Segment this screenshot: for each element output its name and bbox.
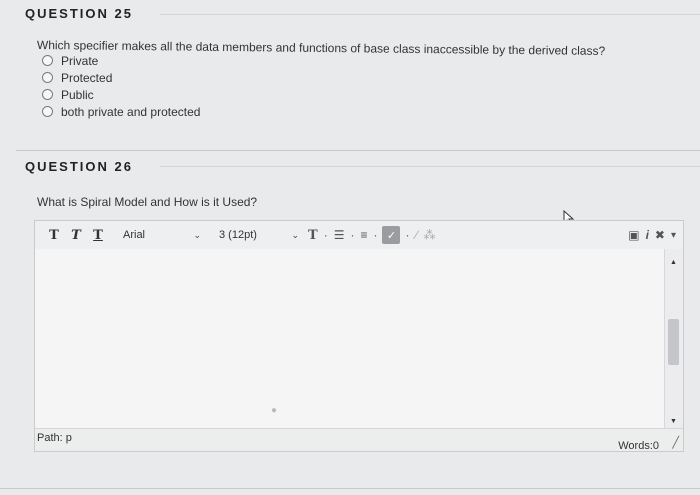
radio-button[interactable] bbox=[42, 72, 53, 83]
path-label: Path: p bbox=[37, 432, 72, 444]
option-private[interactable]: Private bbox=[42, 52, 200, 69]
spellcheck-icon: ✓ bbox=[386, 229, 397, 242]
preview-icon: ▣ bbox=[628, 228, 640, 242]
fullscreen-icon: ✖ bbox=[654, 228, 665, 242]
bold-icon: T bbox=[49, 227, 59, 243]
dropdown-dot[interactable]: · bbox=[402, 225, 412, 245]
font-size-select[interactable]: 3 (12pt) ⌄ bbox=[213, 225, 305, 245]
option-label: both private and protected bbox=[61, 104, 201, 119]
editor-scrollbar[interactable]: ▲ ▼ bbox=[664, 249, 683, 429]
font-size-value: 3 (12pt) bbox=[219, 229, 257, 241]
fullscreen-button[interactable]: ✖ bbox=[652, 225, 668, 245]
scroll-down-icon[interactable]: ▼ bbox=[670, 418, 677, 425]
bullet-list-button[interactable]: ☰ bbox=[331, 225, 348, 245]
unlink-button[interactable]: ⁂ bbox=[420, 225, 438, 245]
link-icon: ∕ bbox=[415, 228, 418, 242]
link-button[interactable]: ∕ bbox=[412, 225, 420, 245]
divider bbox=[160, 166, 700, 167]
underline-button[interactable]: T bbox=[87, 225, 109, 245]
option-both[interactable]: both private and protected bbox=[42, 103, 200, 120]
spellcheck-button[interactable]: ✓ bbox=[382, 226, 401, 244]
more-button[interactable]: ▾ bbox=[668, 225, 679, 245]
editor-text-area[interactable]: ● bbox=[35, 249, 665, 429]
question-25-options: Private Protected Public both private an… bbox=[42, 52, 200, 120]
bottom-divider bbox=[0, 488, 700, 489]
question-26-text: What is Spiral Model and How is it Used? bbox=[37, 195, 258, 209]
chevron-down-icon: ⌄ bbox=[291, 229, 299, 240]
question-26-title: QUESTION 26 bbox=[25, 159, 133, 174]
question-separator bbox=[16, 150, 700, 151]
editor-status-bar: Path: p Words:0 ╱ bbox=[35, 428, 683, 452]
option-public[interactable]: Public bbox=[42, 86, 200, 103]
option-protected[interactable]: Protected bbox=[42, 69, 200, 86]
scroll-up-icon[interactable]: ▲ bbox=[670, 259, 677, 266]
numbered-list-icon: ≡ bbox=[360, 228, 368, 242]
font-family-select[interactable]: Arial ⌄ bbox=[117, 225, 207, 245]
resize-handle-icon[interactable]: ╱ bbox=[672, 436, 679, 449]
bold-button[interactable]: T bbox=[43, 225, 65, 245]
text-color-icon: T bbox=[308, 227, 318, 243]
font-family-value: Arial bbox=[123, 229, 146, 241]
radio-button[interactable] bbox=[42, 55, 53, 66]
dust-speck: ● bbox=[271, 405, 278, 416]
bullet-list-icon: ☰ bbox=[333, 228, 345, 242]
more-icon: ▾ bbox=[670, 229, 676, 241]
dropdown-dot[interactable]: · bbox=[370, 225, 380, 245]
info-button[interactable]: i bbox=[643, 225, 652, 245]
italic-icon: T bbox=[71, 227, 81, 243]
italic-button[interactable]: T bbox=[65, 225, 87, 245]
answer-editor: T T T Arial ⌄ 3 (12pt) ⌄ T · ☰ · ≡ · ✓ ·… bbox=[34, 220, 684, 452]
editor-toolbar: T T T Arial ⌄ 3 (12pt) ⌄ T · ☰ · ≡ · ✓ ·… bbox=[35, 221, 683, 250]
underline-icon: T bbox=[93, 227, 103, 243]
dropdown-dot[interactable]: · bbox=[347, 225, 357, 245]
option-label: Protected bbox=[61, 70, 113, 85]
preview-button[interactable]: ▣ bbox=[625, 225, 642, 245]
dropdown-dot[interactable]: · bbox=[321, 225, 331, 245]
question-25-title: QUESTION 25 bbox=[25, 6, 133, 21]
radio-button[interactable] bbox=[42, 106, 53, 117]
unlink-icon: ⁂ bbox=[423, 228, 436, 242]
word-count: Words:0 bbox=[618, 440, 659, 452]
chevron-down-icon: ⌄ bbox=[193, 229, 201, 240]
numbered-list-button[interactable]: ≡ bbox=[357, 225, 370, 245]
scroll-thumb[interactable] bbox=[668, 319, 679, 365]
text-color-button[interactable]: T bbox=[305, 225, 321, 245]
radio-button[interactable] bbox=[42, 89, 53, 100]
info-icon: i bbox=[645, 228, 649, 242]
option-label: Private bbox=[61, 53, 99, 68]
option-label: Public bbox=[61, 87, 94, 102]
divider bbox=[160, 14, 700, 15]
